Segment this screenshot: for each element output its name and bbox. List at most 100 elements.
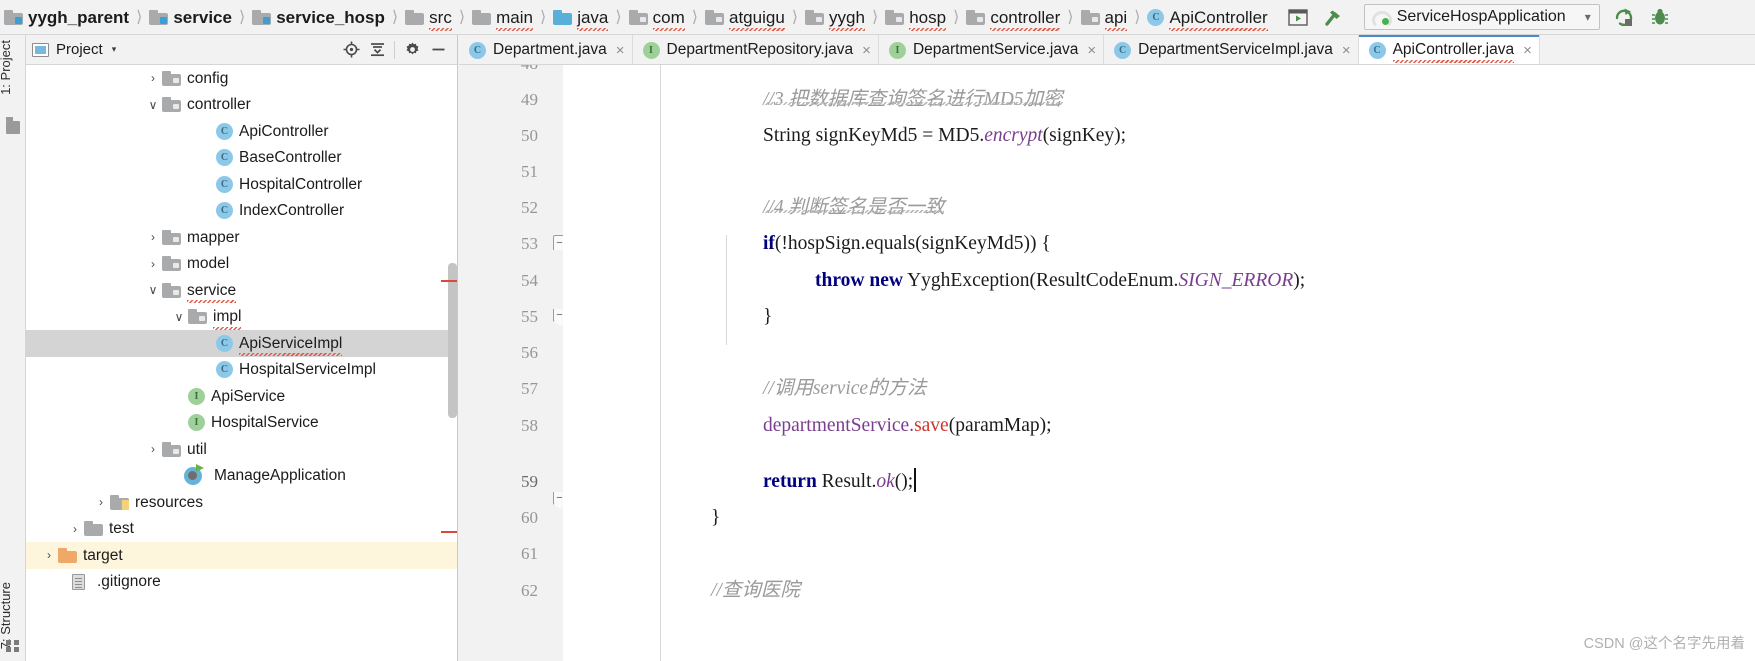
project-window-icon (32, 42, 49, 57)
breadcrumb-label: api (1104, 7, 1128, 31)
rerun-icon[interactable] (1612, 6, 1636, 28)
chevron-right-icon[interactable]: › (66, 522, 84, 536)
breadcrumb-item-controller[interactable]: controller (962, 0, 1064, 35)
tool-window-button-project[interactable]: 1: Project (0, 40, 24, 95)
chevron-down-icon[interactable]: ∨ (144, 98, 162, 112)
gear-icon[interactable] (399, 38, 425, 62)
tree-node-util[interactable]: › util (26, 436, 457, 463)
breadcrumb-item-service_hosp[interactable]: service_hosp (248, 0, 389, 35)
folder-orange-icon (58, 547, 77, 563)
close-icon[interactable]: × (1342, 42, 1351, 59)
code-token: } (763, 306, 773, 327)
tab-ApiController-java[interactable]: C ApiController.java × (1358, 35, 1540, 64)
code-token: YyghException(ResultCodeEnum. (902, 270, 1179, 291)
tree-node-controller[interactable]: ∨ controller (26, 92, 457, 119)
breadcrumb-separator: ⟩ (691, 9, 698, 26)
tree-node-ApiServiceImpl[interactable]: C ApiServiceImpl (26, 330, 457, 357)
line-number: 50 (521, 126, 538, 146)
chevron-right-icon[interactable]: › (144, 442, 162, 456)
tab-DepartmentRepository-java[interactable]: I DepartmentRepository.java × (633, 35, 879, 64)
project-panel-header: Project ▾ (26, 35, 457, 65)
chevron-down-icon[interactable]: ▾ (112, 44, 117, 55)
breadcrumb-item-main[interactable]: main (468, 0, 537, 35)
line-number: 53 (521, 234, 538, 254)
tab-Department-java[interactable]: C Department.java × (459, 35, 633, 64)
breadcrumb-item-java[interactable]: java (549, 0, 612, 35)
breadcrumb-item-yygh_parent[interactable]: yygh_parent (0, 0, 133, 35)
chevron-right-icon[interactable]: › (144, 257, 162, 271)
run-configuration-selector[interactable]: ServiceHospApplication ▾ (1363, 4, 1600, 30)
close-icon[interactable]: × (1523, 42, 1532, 59)
folder-package-icon (966, 9, 986, 25)
tree-node-ApiController[interactable]: C ApiController (26, 118, 457, 145)
tree-node-target[interactable]: › target (26, 542, 457, 569)
chevron-down-icon: ▾ (1584, 10, 1591, 24)
editor-fold-column[interactable]: − − − (552, 65, 566, 661)
tree-node-config[interactable]: › config (26, 65, 457, 92)
chevron-right-icon[interactable]: › (144, 71, 162, 85)
chevron-right-icon[interactable]: › (92, 495, 110, 509)
project-tool-window: Project ▾ › config ∨ controller C ApiCon… (26, 35, 458, 661)
line-number: 62 (521, 581, 538, 601)
code-line-62: //查询医院 (563, 573, 1755, 609)
build-hammer-icon[interactable] (1322, 6, 1346, 28)
editor-gutter[interactable]: 48 49 50 51 52 53 54 55 56 57 58 59 60 6… (459, 65, 552, 661)
tree-node-label: IndexController (239, 202, 345, 219)
tool-window-button-structure[interactable]: 7: Structure (0, 582, 24, 649)
locate-target-icon[interactable] (338, 38, 364, 62)
tree-node-service[interactable]: ∨ service (26, 277, 457, 304)
close-icon[interactable]: × (1087, 42, 1096, 59)
tree-node-BaseController[interactable]: C BaseController (26, 145, 457, 172)
breadcrumb-item-service[interactable]: service (145, 0, 236, 35)
code-editor[interactable]: 48 49 50 51 52 53 54 55 56 57 58 59 60 6… (459, 65, 1755, 661)
breadcrumb-item-api[interactable]: api (1077, 0, 1132, 35)
breadcrumb-label: yygh_parent (28, 7, 130, 27)
breadcrumb-item-atguigu[interactable]: atguigu (701, 0, 789, 35)
project-tree-scrollbar[interactable] (448, 263, 457, 418)
tree-node-impl[interactable]: ∨ impl (26, 304, 457, 331)
tree-node-HospitalServiceImpl[interactable]: C HospitalServiceImpl (26, 357, 457, 384)
tree-node-HospitalService[interactable]: I HospitalService (26, 410, 457, 437)
breadcrumb-item-ApiController[interactable]: C ApiController (1143, 0, 1271, 35)
chevron-right-icon[interactable]: › (40, 548, 58, 562)
tree-node-test[interactable]: › test (26, 516, 457, 543)
tree-node-model[interactable]: › model (26, 251, 457, 278)
tab-DepartmentService-java[interactable]: I DepartmentService.java × (879, 35, 1105, 64)
tree-node-ApiService[interactable]: I ApiService (26, 383, 457, 410)
tab-label: ApiController.java (1392, 41, 1515, 63)
java-class-icon: C (1368, 41, 1386, 59)
tree-node-resources[interactable]: › resources (26, 489, 457, 516)
tree-node-gitignore[interactable]: .gitignore (26, 569, 457, 596)
spring-boot-icon (1371, 10, 1392, 29)
tree-node-ManageApplication[interactable]: ManageApplication (26, 463, 457, 490)
code-method: save (914, 415, 949, 436)
preview-window-icon[interactable] (1286, 6, 1310, 28)
breadcrumb-separator: ⟩ (539, 9, 547, 26)
chevron-right-icon[interactable]: › (144, 230, 162, 244)
breadcrumb-item-com[interactable]: com (625, 0, 689, 35)
project-panel-title: Project (56, 41, 103, 58)
breadcrumb-separator: ⟩ (238, 9, 246, 26)
breadcrumb-item-yygh[interactable]: yygh (801, 0, 869, 35)
java-class-icon: C (216, 149, 233, 167)
breadcrumb-item-src[interactable]: src (401, 0, 456, 35)
chevron-down-icon[interactable]: ∨ (170, 310, 188, 324)
hide-minus-icon[interactable] (425, 38, 451, 62)
debug-bug-icon[interactable] (1648, 6, 1672, 28)
collapse-all-icon[interactable] (364, 38, 390, 62)
tree-node-mapper[interactable]: › mapper (26, 224, 457, 251)
close-icon[interactable]: × (862, 42, 871, 59)
close-icon[interactable]: × (616, 42, 625, 59)
tree-node-HospitalController[interactable]: C HospitalController (26, 171, 457, 198)
project-tree[interactable]: › config ∨ controller C ApiController C … (26, 65, 457, 661)
tree-node-label: resources (135, 493, 204, 511)
breadcrumb-separator: ⟩ (871, 9, 879, 26)
tree-node-IndexController[interactable]: C IndexController (26, 198, 457, 225)
editor-code-body[interactable]: //3 把数据库查询签名进行MD5加密 String signKeyMd5 = … (563, 65, 1755, 661)
code-type: String (763, 125, 811, 146)
code-line-57: //调用service的方法 (563, 371, 1755, 407)
chevron-down-icon[interactable]: ∨ (144, 283, 162, 297)
tab-DepartmentServiceImpl-java[interactable]: C DepartmentServiceImpl.java × (1104, 35, 1359, 64)
java-interface-icon: I (188, 387, 205, 405)
breadcrumb-item-hosp[interactable]: hosp (881, 0, 950, 35)
